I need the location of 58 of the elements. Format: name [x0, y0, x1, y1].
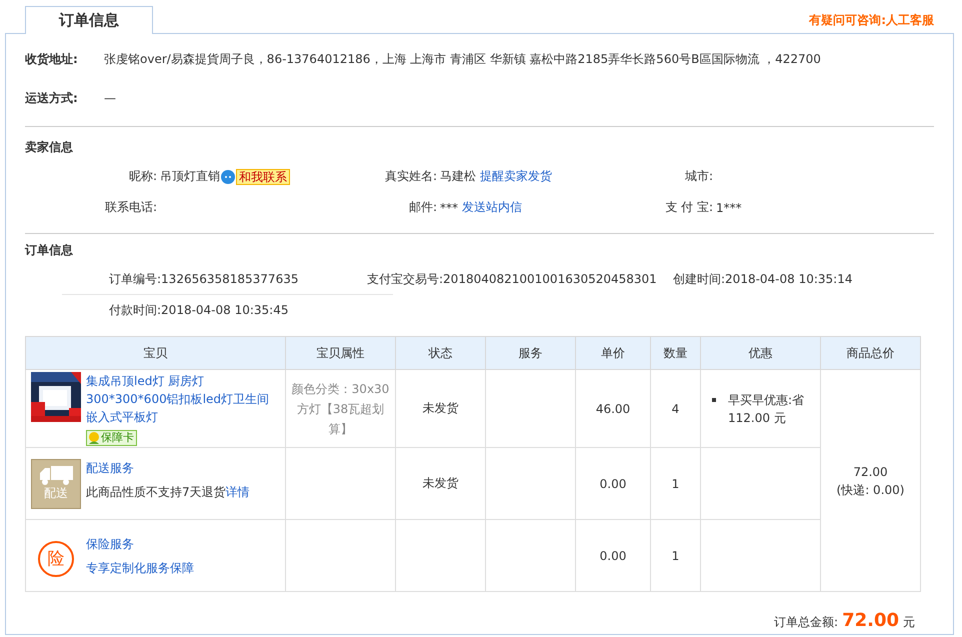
table-cell: 0.00	[600, 548, 626, 562]
field-label: 城市:	[684, 168, 713, 185]
seller-link[interactable]: 提醒卖家发货	[480, 168, 552, 185]
table-cell: 未发货	[422, 476, 458, 490]
truck-icon	[38, 465, 74, 485]
table-cell: 4	[672, 402, 680, 416]
table-cell: 0.00	[600, 476, 626, 490]
field-label: 运送方式:	[25, 90, 79, 106]
service-title-link[interactable]: 保险服务	[86, 534, 194, 552]
field-label: 真实姓名:	[384, 168, 437, 185]
table-cell: 颜色分类：30x30方灯【38瓦超划算】	[292, 382, 390, 436]
field-value: 吊顶灯直销	[160, 168, 220, 185]
column-header: 数量	[650, 336, 700, 370]
insurance-icon: 险	[38, 540, 74, 576]
field-label: 联系电话:	[104, 199, 157, 216]
table-cell: 1	[672, 548, 680, 562]
service-title-link[interactable]: 配送服务	[86, 458, 250, 476]
field-value: 张虔铭over/易森提貨周子良，86-13764012186，上海 上海市 青浦区 华新镇 嘉松中路2185弄华长路560号B區国际物流 ，422700	[104, 50, 821, 68]
section-title: 卖家信息	[25, 138, 74, 156]
column-header: 服务	[486, 336, 576, 370]
guarantee-badge: 保障卡	[86, 430, 137, 446]
contact-me-button[interactable]: 和我联系	[236, 168, 290, 184]
field-label: 支 付 宝:	[664, 199, 713, 216]
service-guarantee-link[interactable]: 专享定制化服务保障	[86, 558, 194, 576]
seller-link[interactable]: 发送站内信	[462, 199, 522, 216]
delivery-icon: 配送	[31, 458, 81, 508]
field-value: 1***	[716, 200, 742, 214]
column-header: 状态	[396, 336, 486, 370]
table-cell: 46.00	[596, 402, 630, 416]
field-label: 收货地址:	[25, 50, 79, 68]
order-detail: 支付宝交易号:2018040821001001630520458301	[367, 271, 657, 288]
field-value: 马建松	[440, 168, 476, 185]
field-value: ***	[440, 200, 458, 214]
table-cell: 未发货	[422, 401, 458, 415]
section-title: 订单信息	[25, 242, 74, 258]
service-note: 此商品性质不支持7天退货详情	[86, 484, 250, 500]
product-title-link[interactable]: 集成吊顶led灯 厨房灯300*300*600铝扣板led灯卫生间嵌入式平板灯	[86, 372, 280, 426]
column-header: 宝贝	[26, 336, 286, 370]
tab[interactable]: 订单信息	[25, 6, 153, 34]
discount-text: 早买早优惠:省 112.00 元	[728, 392, 806, 426]
table-cell: 1	[672, 476, 680, 490]
chat-icon	[220, 168, 236, 184]
column-header: 宝贝属性	[286, 336, 396, 370]
details-link[interactable]: 详情	[226, 484, 250, 498]
field-value: —	[104, 91, 116, 105]
bullet-icon	[712, 398, 716, 402]
field-label: 邮件:	[408, 199, 437, 216]
field-label: 昵称:	[128, 168, 157, 185]
currency-unit: 元	[903, 614, 915, 631]
column-header: 优惠	[700, 336, 820, 370]
column-header: 商品总价	[820, 336, 920, 370]
total-amount: 72.00	[842, 610, 899, 631]
order-detail: 付款时间:2018-04-08 10:35:45	[109, 302, 288, 319]
order-detail: 订单编号:132656358185377635	[109, 270, 298, 288]
order-detail: 创建时间:2018-04-08 10:35:14	[673, 271, 852, 288]
total-price: 72.00 (快递: 0.00)	[836, 464, 904, 496]
column-header: 单价	[576, 336, 650, 370]
total-label: 订单总金额:	[774, 614, 838, 631]
